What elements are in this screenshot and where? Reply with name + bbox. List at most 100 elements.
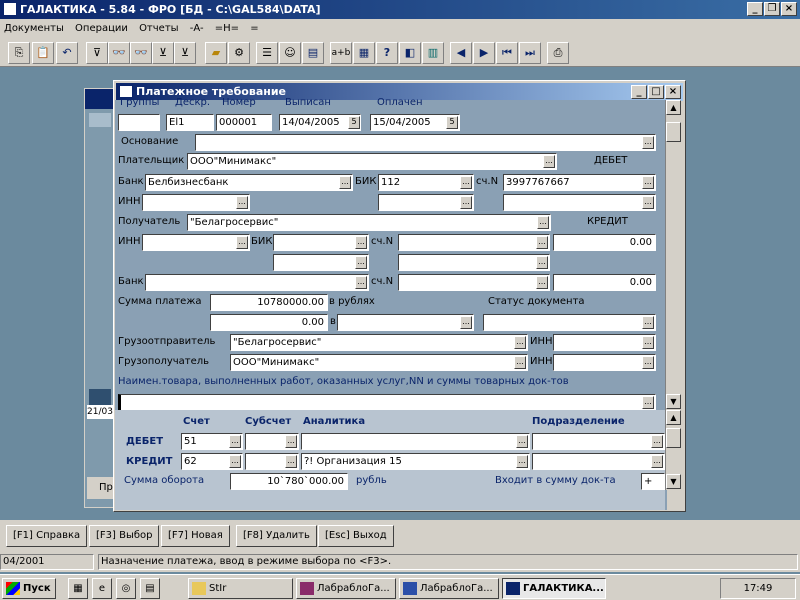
help-key-button[interactable]: [F1] Справка xyxy=(6,525,88,547)
sum-field[interactable]: 10780000.00 xyxy=(210,294,328,311)
bank-lookup-icon[interactable]: ... xyxy=(339,176,351,189)
recipient-field[interactable]: "Белагросервис" xyxy=(187,214,551,231)
payer-field[interactable]: ООО"Минимакс" xyxy=(187,153,557,170)
scroll-thumb2[interactable] xyxy=(666,428,681,448)
number-field[interactable]: 000001 xyxy=(216,114,272,131)
inn-extra-field-2[interactable] xyxy=(503,194,656,211)
copy-icon[interactable]: ⎘ xyxy=(8,42,30,64)
inn-extra-lookup-1[interactable]: ... xyxy=(460,196,472,209)
recipient-lookup-icon[interactable]: ... xyxy=(537,216,549,229)
close-button[interactable]: × xyxy=(781,2,797,16)
group-field[interactable] xyxy=(118,114,160,131)
shipper-lookup-icon[interactable]: ... xyxy=(514,336,526,349)
split2-icon[interactable]: ▥ xyxy=(422,42,444,64)
help-icon[interactable]: ? xyxy=(376,42,398,64)
formula-icon[interactable]: a+b xyxy=(330,42,352,64)
delete-key-button[interactable]: [F8] Удалить xyxy=(236,525,317,547)
debit-subaccount-lookup[interactable]: ... xyxy=(285,435,297,448)
menu-a[interactable]: -A- xyxy=(190,23,204,34)
start-button[interactable]: Пуск xyxy=(2,578,56,599)
taskbar-item-galaktika[interactable]: ГАЛАКТИКА... xyxy=(502,578,606,599)
smile-icon[interactable]: ☺ xyxy=(279,42,301,64)
consignee-inn-lookup[interactable]: ... xyxy=(642,356,654,369)
paste-icon[interactable]: 📋 xyxy=(32,42,54,64)
last-icon[interactable]: ⏭ xyxy=(519,42,541,64)
credit-division-lookup[interactable]: ... xyxy=(651,455,663,468)
credit-analytics-lookup[interactable]: ... xyxy=(516,455,528,468)
bank2-lookup-icon[interactable]: ... xyxy=(355,276,367,289)
filter-icon[interactable]: ⊽ xyxy=(86,42,108,64)
next-icon[interactable]: ▶ xyxy=(473,42,495,64)
select-key-button[interactable]: [F3] Выбор xyxy=(89,525,160,547)
scroll-up-icon[interactable]: ▲ xyxy=(666,100,681,115)
debit-division-lookup[interactable]: ... xyxy=(651,435,663,448)
turnover-field[interactable]: 10`780`000.00 xyxy=(230,473,348,490)
dialog-minimize-button[interactable]: _ xyxy=(631,85,647,99)
account-field[interactable]: 3997767667 xyxy=(503,174,656,191)
find-next-icon[interactable]: 👓 xyxy=(130,42,152,64)
credit-division-field[interactable] xyxy=(532,453,665,470)
upper-scrollbar[interactable]: ▲ ▼ xyxy=(665,100,681,410)
bik2-lookup-icon[interactable]: ... xyxy=(355,236,367,249)
lower-scrollbar[interactable]: ▲ ▼ xyxy=(665,410,681,490)
currency-lookup-icon[interactable]: ... xyxy=(460,316,472,329)
status-field[interactable] xyxy=(483,314,656,331)
undo-icon[interactable]: ↶ xyxy=(56,42,78,64)
calculator-icon[interactable]: ▦ xyxy=(353,42,375,64)
credit-analytics-field[interactable]: ?! Организация 15 xyxy=(301,453,530,470)
taskbar-item-folder[interactable]: StIr xyxy=(188,578,293,599)
prev-icon[interactable]: ◀ xyxy=(450,42,472,64)
account2-lookup-icon[interactable]: ... xyxy=(536,236,548,249)
goods-lookup-icon[interactable]: ... xyxy=(642,396,654,409)
scroll-down-icon[interactable]: ▼ xyxy=(666,394,681,409)
list-icon[interactable]: ☰ xyxy=(256,42,278,64)
paid-calendar-icon[interactable]: 5 xyxy=(446,116,458,129)
restore-button[interactable]: ❐ xyxy=(764,2,780,16)
menu-eq[interactable]: = xyxy=(250,23,258,34)
account3-lookup-icon[interactable]: ... xyxy=(536,276,548,289)
debit-analytics-lookup[interactable]: ... xyxy=(516,435,528,448)
quick-launch-folder-icon[interactable]: ▤ xyxy=(140,578,160,599)
shipper-inn-lookup[interactable]: ... xyxy=(642,336,654,349)
debit-account-lookup[interactable]: ... xyxy=(229,435,241,448)
minimize-button[interactable]: _ xyxy=(747,2,763,16)
credit-amount-field[interactable]: 0.00 xyxy=(553,234,656,251)
menu-h[interactable]: =H= xyxy=(215,23,239,34)
find-icon[interactable]: 👓 xyxy=(108,42,130,64)
first-icon[interactable]: ⏮ xyxy=(496,42,518,64)
status-lookup-icon[interactable]: ... xyxy=(642,316,654,329)
debit-analytics-field[interactable] xyxy=(301,433,530,450)
consignee-field[interactable]: ООО"Минимакс" xyxy=(230,354,528,371)
goods-field[interactable] xyxy=(118,394,656,411)
inn-extra-lookup-2[interactable]: ... xyxy=(642,196,654,209)
scroll-down2-icon[interactable]: ▼ xyxy=(666,474,681,489)
account3-field[interactable] xyxy=(398,274,550,291)
bik-lookup-icon[interactable]: ... xyxy=(460,176,472,189)
included-field[interactable]: + xyxy=(641,473,665,490)
inn-field[interactable] xyxy=(142,194,250,211)
credit-subaccount-lookup[interactable]: ... xyxy=(285,455,297,468)
quick-launch-app-icon[interactable]: ◎ xyxy=(116,578,136,599)
inn-lookup-icon[interactable]: ... xyxy=(236,196,248,209)
basis-lookup-icon[interactable]: ... xyxy=(642,136,654,149)
bg-window-button[interactable]: Пр xyxy=(87,477,113,499)
consignee-inn-field[interactable] xyxy=(553,354,656,371)
scroll-up2-icon[interactable]: ▲ xyxy=(666,410,681,425)
dialog-maximize-button[interactable]: □ xyxy=(648,85,664,99)
desc-field[interactable]: El1 xyxy=(166,114,214,131)
credit-account-lookup[interactable]: ... xyxy=(229,455,241,468)
debit-division-field[interactable] xyxy=(532,433,665,450)
table-icon[interactable]: ▤ xyxy=(302,42,324,64)
account2-extra-field[interactable] xyxy=(398,254,550,271)
shipper-field[interactable]: "Белагросервис" xyxy=(230,334,528,351)
scroll-thumb[interactable] xyxy=(666,122,681,142)
shipper-inn-field[interactable] xyxy=(553,334,656,351)
account2-field[interactable] xyxy=(398,234,550,251)
bik2-extra-lookup[interactable]: ... xyxy=(355,256,367,269)
taskbar-item-doc1[interactable]: ЛабраблоГа... xyxy=(296,578,396,599)
new-key-button[interactable]: [F7] Новая xyxy=(161,525,230,547)
inn2-lookup-icon[interactable]: ... xyxy=(236,236,248,249)
payer-lookup-icon[interactable]: ... xyxy=(543,155,555,168)
issued-calendar-icon[interactable]: 5 xyxy=(348,116,360,129)
quick-launch-desktop-icon[interactable]: ▦ xyxy=(68,578,88,599)
